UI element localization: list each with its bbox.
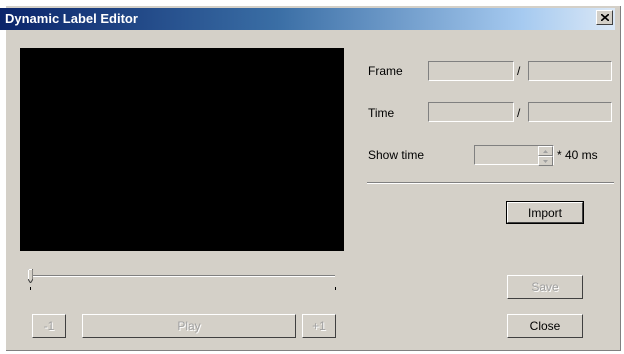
- time-separator: /: [517, 106, 521, 120]
- frame-separator: /: [517, 64, 521, 78]
- time-current-field: [428, 102, 514, 122]
- video-preview: [20, 48, 344, 251]
- frame-total-field: [528, 61, 612, 81]
- frame-label: Frame: [368, 64, 403, 78]
- show-time-spinner[interactable]: [474, 145, 554, 166]
- window-title: Dynamic Label Editor: [5, 11, 138, 26]
- close-window-button[interactable]: [596, 10, 613, 25]
- import-button[interactable]: Import: [506, 201, 584, 224]
- show-time-label: Show time: [368, 148, 425, 162]
- save-button[interactable]: Save: [507, 275, 583, 299]
- title-bar[interactable]: Dynamic Label Editor: [0, 8, 615, 30]
- close-icon: [600, 14, 609, 21]
- time-label: Time: [368, 106, 395, 120]
- frame-slider-thumb[interactable]: [28, 269, 33, 283]
- frame-current-field: [428, 61, 514, 81]
- show-time-unit: * 40 ms: [557, 148, 598, 162]
- time-total-field: [528, 102, 612, 122]
- prev-frame-button[interactable]: -1: [32, 314, 66, 338]
- spin-up-icon: [543, 149, 548, 153]
- close-button[interactable]: Close: [507, 314, 583, 338]
- frame-slider-track[interactable]: [29, 275, 335, 277]
- spin-down-button[interactable]: [538, 156, 553, 166]
- next-frame-button[interactable]: +1: [302, 314, 336, 338]
- spin-up-button[interactable]: [538, 146, 553, 156]
- show-time-spin-buttons: [538, 146, 553, 166]
- play-button[interactable]: Play: [82, 314, 296, 338]
- slider-tick-end: [335, 287, 336, 290]
- slider-tick-start: [30, 287, 31, 290]
- spin-down-icon: [543, 159, 548, 163]
- right-panel-separator: [367, 182, 614, 184]
